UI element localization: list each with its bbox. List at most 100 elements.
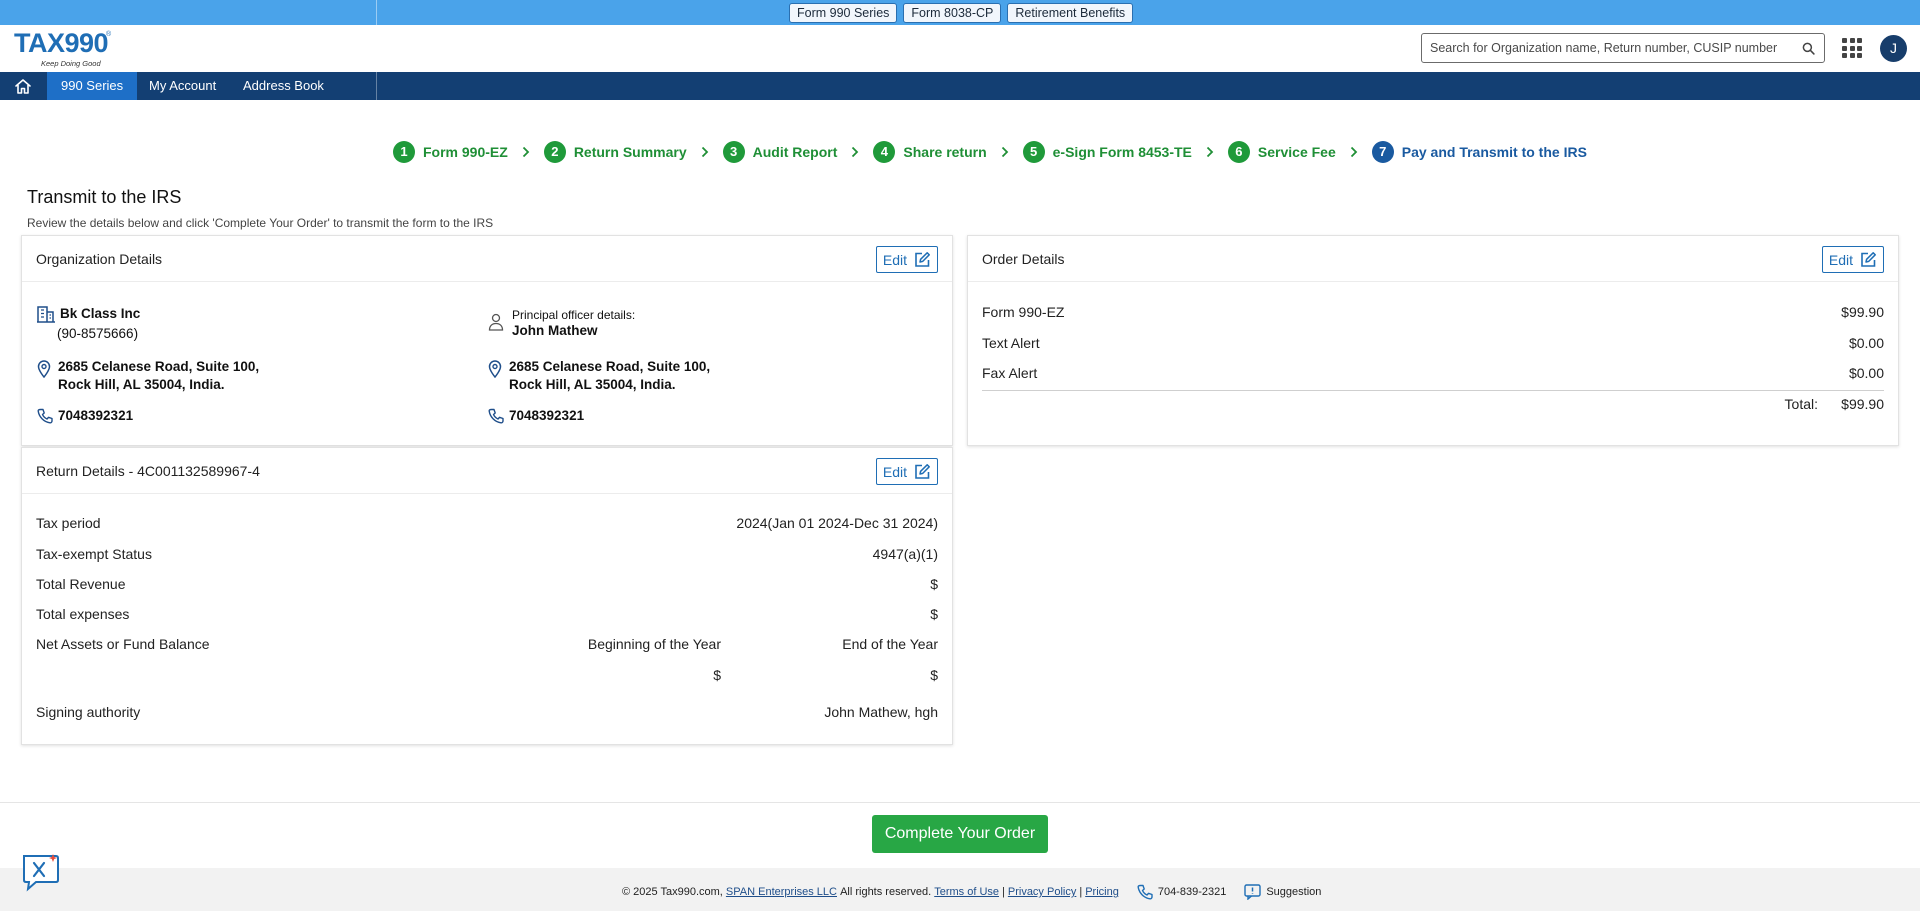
- person-icon: [488, 313, 504, 336]
- suggestion-icon: [1244, 884, 1262, 900]
- order-item-price: $99.90: [1841, 304, 1884, 320]
- search-input[interactable]: [1430, 41, 1800, 55]
- footer-suggestion[interactable]: Suggestion: [1266, 886, 1321, 898]
- step-return-summary[interactable]: 2 Return Summary: [543, 141, 687, 163]
- phone-icon: [488, 408, 504, 429]
- footer-privacy-link[interactable]: Privacy Policy: [1008, 886, 1076, 898]
- return-details-card: Return Details - 4C001132589967-4 Edit T…: [21, 447, 953, 745]
- organization-phone: 7048392321: [58, 408, 134, 423]
- total-expenses-value: $: [930, 606, 938, 622]
- footer-copyright: © 2025 Tax990.com,: [622, 886, 723, 898]
- principal-officer-name: John Mathew: [512, 323, 598, 338]
- product-tab-form-8038-cp[interactable]: Form 8038-CP: [903, 3, 1002, 23]
- step-number: 6: [1227, 141, 1250, 163]
- nav-my-account[interactable]: My Account: [135, 72, 230, 100]
- officer-phone: 7048392321: [509, 408, 585, 423]
- nav-address-book[interactable]: Address Book: [229, 72, 338, 100]
- organization-ein: (90-8575666): [57, 326, 139, 341]
- product-tab-retirement-benefits[interactable]: Retirement Benefits: [1007, 3, 1134, 23]
- chevron-right-icon: [837, 146, 873, 158]
- order-item-price: $0.00: [1848, 335, 1884, 351]
- total-revenue-value: $: [930, 576, 938, 592]
- tax-exempt-status-label: Tax-exempt Status: [36, 546, 152, 562]
- step-form-990-ez[interactable]: 1 Form 990-EZ: [393, 141, 508, 163]
- footer-phone[interactable]: 704-839-2321: [1158, 886, 1227, 898]
- footer-links: © 2025 Tax990.com, SPAN Enterprises LLC …: [622, 884, 1322, 900]
- officer-address-line2: Rock Hill, AL 35004, India.: [509, 377, 676, 392]
- chevron-right-icon: [987, 146, 1023, 158]
- edit-organization-button[interactable]: Edit: [875, 246, 938, 273]
- order-item-label: Fax Alert: [982, 365, 1038, 381]
- product-bar-divider: [376, 0, 377, 25]
- step-number: 4: [873, 141, 896, 163]
- step-number: 2: [543, 141, 566, 163]
- tax990-logo[interactable]: TAX990 ® Keep Doing Good: [14, 28, 114, 68]
- chat-support-icon[interactable]: [20, 852, 62, 892]
- product-tab-form-990-series[interactable]: Form 990 Series: [789, 3, 898, 23]
- header: TAX990 ® Keep Doing Good J: [0, 25, 1920, 72]
- footer-rights: All rights reserved.: [840, 886, 932, 898]
- main-nav: 990 Series My Account Address Book: [0, 72, 1920, 100]
- edit-icon: [1861, 251, 1876, 267]
- step-label: Share return: [903, 144, 987, 160]
- order-total-value: $99.90: [1841, 396, 1884, 412]
- step-share-return[interactable]: 4 Share return: [873, 141, 987, 163]
- card-title: Return Details - 4C001132589967-4: [36, 463, 260, 479]
- chevron-right-icon: [508, 146, 544, 158]
- organization-address-line2: Rock Hill, AL 35004, India.: [58, 377, 225, 392]
- chevron-right-icon: [687, 146, 723, 158]
- step-esign-form-8453-te[interactable]: 5 e-Sign Form 8453-TE: [1022, 141, 1192, 163]
- order-details-card: Order Details Edit Form 990-EZ $99.90 Te…: [967, 235, 1899, 446]
- edit-return-button[interactable]: Edit: [875, 458, 938, 485]
- nav-990-series[interactable]: 990 Series: [47, 72, 138, 100]
- app-grid-icon[interactable]: [1842, 38, 1862, 58]
- chevron-right-icon: [1192, 146, 1228, 158]
- signing-authority-label: Signing authority: [36, 704, 141, 720]
- organization-details-card: Organization Details Edit Bk Class Inc (…: [21, 235, 953, 446]
- step-service-fee[interactable]: 6 Service Fee: [1227, 141, 1336, 163]
- officer-address-line1: 2685 Celanese Road, Suite 100,: [509, 359, 711, 374]
- order-item-label: Form 990-EZ: [982, 304, 1065, 320]
- step-pay-and-transmit[interactable]: 7 Pay and Transmit to the IRS: [1371, 141, 1587, 163]
- chevron-right-icon: [1336, 146, 1372, 158]
- building-icon: [36, 305, 56, 328]
- card-header: Order Details Edit: [968, 236, 1898, 282]
- search-icon[interactable]: [1800, 40, 1816, 56]
- card-header: Return Details - 4C001132589967-4 Edit: [22, 448, 952, 494]
- logo-registered-mark: ®: [106, 31, 112, 38]
- home-icon[interactable]: [0, 72, 46, 100]
- footer-terms-link[interactable]: Terms of Use: [934, 886, 999, 898]
- step-label: Audit Report: [752, 144, 838, 160]
- card-header: Organization Details Edit: [22, 236, 952, 282]
- end-of-year-label: End of the Year: [842, 636, 938, 652]
- nav-divider: [376, 72, 377, 100]
- page-subtitle: Review the details below and click 'Comp…: [27, 216, 494, 230]
- card-title: Order Details: [982, 251, 1065, 267]
- step-label: Pay and Transmit to the IRS: [1401, 144, 1587, 160]
- edit-icon: [915, 251, 930, 267]
- step-number: 1: [393, 141, 415, 163]
- edit-label: Edit: [882, 463, 907, 480]
- search-box: [1421, 33, 1825, 63]
- product-tabs: Form 990 Series Form 8038-CP Retirement …: [789, 3, 1134, 23]
- tax-period-value: 2024(Jan 01 2024-Dec 31 2024): [736, 515, 938, 531]
- user-avatar[interactable]: J: [1880, 35, 1907, 62]
- principal-officer-caption: Principal officer details:: [512, 308, 636, 322]
- step-number: 7: [1371, 141, 1394, 163]
- footer-company-link[interactable]: SPAN Enterprises LLC: [726, 886, 837, 898]
- footer-pricing-link[interactable]: Pricing: [1085, 886, 1119, 898]
- step-number: 3: [722, 141, 745, 163]
- beginning-of-year-value: $: [713, 667, 721, 683]
- total-expenses-label: Total expenses: [36, 606, 130, 622]
- step-label: Service Fee: [1257, 144, 1336, 160]
- organization-name: Bk Class Inc: [60, 306, 141, 321]
- phone-icon: [37, 408, 53, 429]
- product-bar: Form 990 Series Form 8038-CP Retirement …: [0, 0, 1920, 25]
- tax-period-label: Tax period: [36, 515, 101, 531]
- complete-order-button[interactable]: Complete Your Order: [872, 815, 1048, 853]
- edit-order-button[interactable]: Edit: [1821, 246, 1884, 273]
- step-audit-report[interactable]: 3 Audit Report: [722, 141, 838, 163]
- beginning-of-year-label: Beginning of the Year: [587, 636, 721, 652]
- step-number: 5: [1022, 141, 1045, 163]
- card-title: Organization Details: [36, 251, 163, 267]
